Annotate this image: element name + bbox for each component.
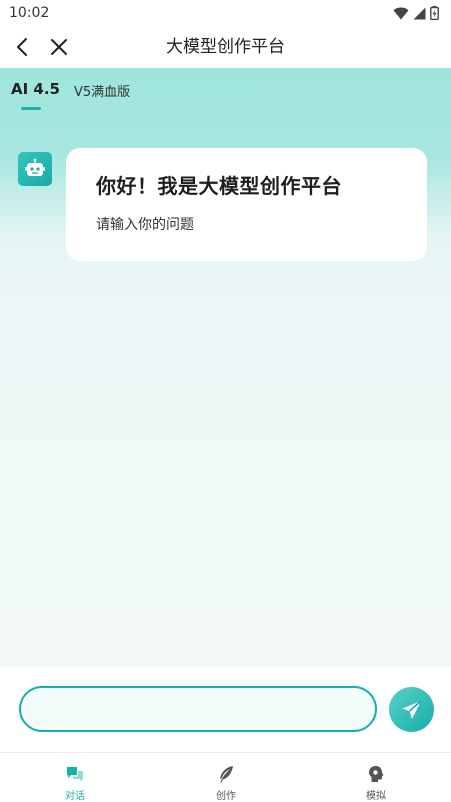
nav-label-create: 创作 xyxy=(216,791,236,802)
feather-icon xyxy=(220,766,233,783)
active-tab-indicator xyxy=(21,107,41,110)
nav-label-chat: 对话 xyxy=(65,791,85,802)
robot-icon xyxy=(25,158,45,176)
chat-input[interactable] xyxy=(19,686,377,732)
status-time: 10:02 xyxy=(9,5,50,21)
wifi-icon xyxy=(393,7,409,19)
status-icons xyxy=(393,6,439,20)
model-tabs: AI 4.5 V5满血版 xyxy=(0,68,451,116)
tab-v5[interactable]: V5满血版 xyxy=(74,81,130,100)
chat-icon xyxy=(67,767,83,782)
titlebar: 大模型创作平台 xyxy=(0,26,451,68)
nav-item-chat[interactable]: 对话 xyxy=(35,753,115,802)
bot-message-bubble: 你好！我是大模型创作平台 请输入你的问题 xyxy=(66,148,427,261)
signal-icon xyxy=(413,7,426,19)
input-area xyxy=(0,667,451,752)
bot-avatar xyxy=(18,152,52,186)
status-bar: 10:02 xyxy=(0,0,451,26)
nav-item-create[interactable]: 创作 xyxy=(186,753,266,802)
chat-area: AI 4.5 V5满血版 你好！我是大模型创作平台 请输入你的问题 xyxy=(0,68,451,667)
nav-item-simulate[interactable]: 模拟 xyxy=(336,753,416,802)
page-title: 大模型创作平台 xyxy=(166,37,285,57)
greeting-text: 你好！我是大模型创作平台 xyxy=(96,174,342,198)
bottom-nav: 对话 创作 模拟 xyxy=(0,752,451,802)
send-button[interactable] xyxy=(389,687,434,732)
hint-text: 请输入你的问题 xyxy=(96,217,194,233)
profile-head-icon xyxy=(369,766,384,782)
send-icon xyxy=(402,699,422,719)
tab-ai-4-5[interactable]: AI 4.5 xyxy=(11,80,60,98)
nav-label-simulate: 模拟 xyxy=(366,791,386,802)
battery-icon xyxy=(430,6,439,20)
